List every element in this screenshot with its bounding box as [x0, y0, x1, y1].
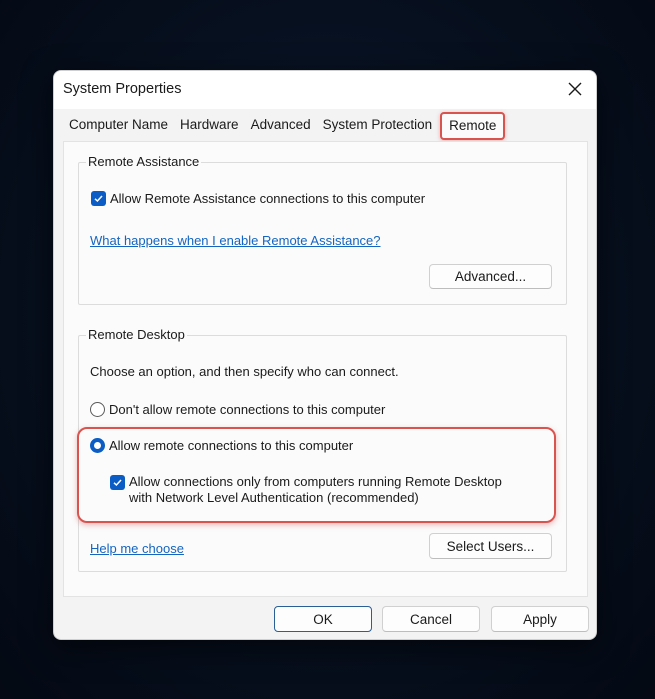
remote-desktop-label: Remote Desktop [86, 327, 187, 342]
nla-label: Allow connections only from computers ru… [129, 474, 502, 506]
help-me-choose-link[interactable]: Help me choose [90, 541, 184, 556]
select-users-button[interactable]: Select Users... [429, 533, 552, 559]
advanced-button[interactable]: Advanced... [429, 264, 552, 289]
nla-row[interactable]: Allow connections only from computers ru… [110, 474, 502, 506]
close-button[interactable] [560, 75, 590, 103]
window-title: System Properties [63, 81, 182, 97]
allow-remote-assistance-row[interactable]: Allow Remote Assistance connections to t… [91, 191, 425, 206]
nla-label-line2: with Network Level Authentication (recom… [129, 490, 419, 505]
tab-strip: Computer Name Hardware Advanced System P… [63, 112, 506, 141]
remote-tab-panel: Remote Assistance Allow Remote Assistanc… [63, 141, 588, 597]
nla-label-line1: Allow connections only from computers ru… [129, 474, 502, 489]
allow-remote-assistance-label: Allow Remote Assistance connections to t… [110, 191, 426, 206]
close-icon [568, 82, 582, 96]
checkmark-icon [94, 195, 103, 203]
allow-remote-radio[interactable] [90, 438, 105, 453]
remote-assistance-group: Remote Assistance Allow Remote Assistanc… [78, 154, 567, 305]
allow-remote-option[interactable]: Allow remote connections to this compute… [90, 438, 353, 453]
tab-computer-name[interactable]: Computer Name [63, 113, 174, 141]
title-bar: System Properties [54, 71, 596, 109]
checkmark-icon [113, 479, 122, 487]
remote-assistance-help-link[interactable]: What happens when I enable Remote Assist… [90, 233, 381, 248]
system-properties-dialog: System Properties Computer Name Hardware… [53, 70, 597, 640]
dont-allow-label: Don't allow remote connections to this c… [109, 402, 386, 417]
instructions-text: Choose an option, and then specify who c… [90, 364, 399, 379]
dont-allow-radio[interactable] [90, 402, 105, 417]
remote-desktop-group: Remote Desktop Choose an option, and the… [78, 327, 567, 572]
allow-remote-label: Allow remote connections to this compute… [109, 438, 354, 453]
remote-assistance-label: Remote Assistance [86, 154, 202, 169]
remote-desktop-instructions: Choose an option, and then specify who c… [90, 364, 399, 379]
tab-remote[interactable]: Remote [440, 112, 506, 140]
tab-advanced[interactable]: Advanced [245, 113, 317, 141]
nla-checkbox[interactable] [110, 475, 125, 490]
ok-button[interactable]: OK [274, 606, 372, 632]
dont-allow-remote-option[interactable]: Don't allow remote connections to this c… [90, 402, 385, 417]
tab-hardware[interactable]: Hardware [174, 113, 245, 141]
cancel-button[interactable]: Cancel [382, 606, 480, 632]
allow-remote-assistance-checkbox[interactable] [91, 191, 106, 206]
apply-button[interactable]: Apply [491, 606, 589, 632]
tab-system-protection[interactable]: System Protection [317, 113, 439, 141]
